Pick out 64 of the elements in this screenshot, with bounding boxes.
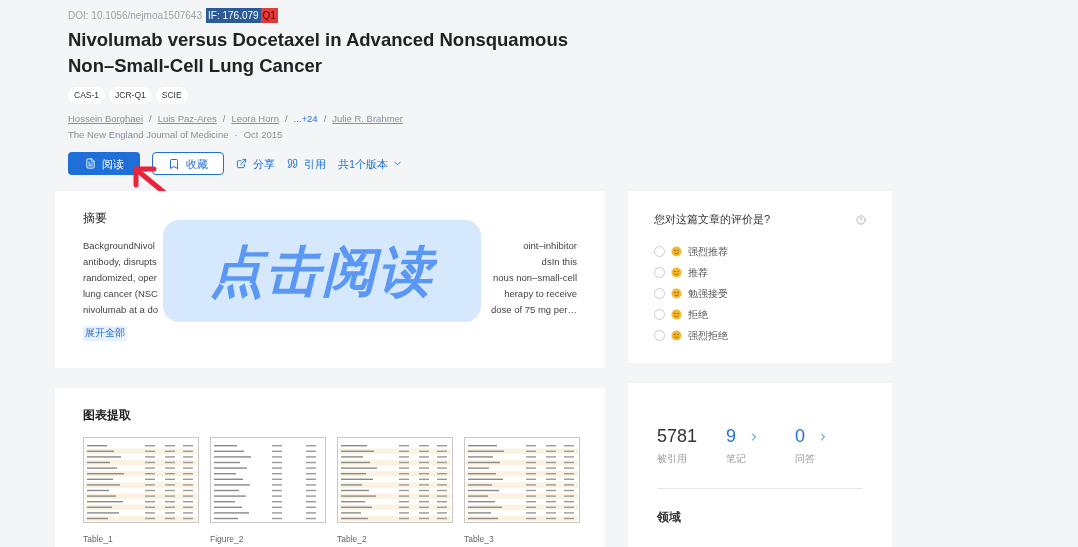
smiley-icon bbox=[671, 287, 682, 299]
rating-option[interactable]: 勉强接受 bbox=[654, 285, 866, 301]
figure-caption: Table_2 bbox=[337, 533, 368, 546]
figures-heading: 图表提取 bbox=[83, 407, 132, 425]
tag: JCR-Q1 bbox=[109, 87, 152, 104]
author-link[interactable]: Leora Horn bbox=[231, 111, 279, 126]
stat-value: 5781 bbox=[657, 425, 698, 449]
abstract-text: BackgroundNivol bbox=[83, 239, 155, 254]
abstract-heading: 摘要 bbox=[83, 210, 108, 228]
versions-dropdown[interactable]: 共1个版本 bbox=[338, 155, 404, 172]
read-button[interactable]: 阅读 bbox=[68, 152, 140, 176]
stat-value[interactable]: 9 bbox=[726, 423, 736, 451]
separator-slash: / bbox=[149, 111, 152, 126]
abstract-text: dose of 75 mg per… bbox=[490, 303, 577, 318]
smiley-icon bbox=[671, 266, 682, 278]
author-link[interactable]: Julie R. Brahmer bbox=[332, 111, 404, 126]
more-authors-link[interactable]: ...+24 bbox=[293, 111, 318, 126]
rating-option[interactable]: 强烈推荐 bbox=[654, 243, 866, 259]
quote-icon bbox=[287, 158, 298, 170]
share-button[interactable]: 分享 bbox=[236, 155, 275, 172]
expand-all-button[interactable]: 展开全部 bbox=[83, 326, 127, 341]
figure-caption: Figure_2 bbox=[210, 533, 245, 546]
favorite-button[interactable]: 收藏 bbox=[152, 152, 224, 176]
article-title: Nivolumab versus Docetaxel in Advanced Nonsquamous Non–Small-Cell Lung Cancer bbox=[68, 28, 568, 78]
dot-separator: · bbox=[234, 128, 238, 142]
stat-label: 被引用 bbox=[657, 452, 688, 467]
share-icon bbox=[236, 158, 247, 170]
stat-label: 笔记 bbox=[726, 452, 747, 467]
tag: SCIE bbox=[155, 87, 188, 104]
abstract-text: oint–inhibitor bbox=[523, 239, 577, 254]
author-link[interactable]: Hossein Borghaei bbox=[68, 111, 143, 126]
figure-caption: Table_1 bbox=[83, 533, 114, 546]
doi-text: DOI: 10.1056/nejmoa1507643 bbox=[68, 9, 202, 23]
publish-date: Oct 2015 bbox=[243, 128, 283, 142]
cite-button[interactable]: 引用 bbox=[287, 155, 326, 172]
document-icon bbox=[84, 158, 96, 170]
impact-factor-badge: IF: 176.079 bbox=[206, 8, 261, 23]
tag: CAS-1 bbox=[68, 87, 106, 104]
abstract-text: antibody, disrupts bbox=[83, 255, 157, 270]
separator-slash: / bbox=[284, 111, 288, 126]
rating-question: 您对这篇文章的评价是? bbox=[654, 212, 771, 228]
stat-value[interactable]: 0 bbox=[795, 423, 805, 451]
stat-label: 问答 bbox=[795, 452, 816, 467]
separator-slash: / bbox=[323, 111, 327, 126]
journal-name: The New England Journal of Medicine bbox=[68, 128, 229, 142]
rating-option[interactable]: 推荐 bbox=[654, 264, 866, 280]
rating-option[interactable]: 拒绝 bbox=[654, 306, 866, 322]
smiley-icon bbox=[671, 308, 682, 320]
smiley-icon bbox=[671, 329, 682, 341]
abstract-text: randomized, oper bbox=[83, 271, 157, 286]
abstract-text: lung cancer (NSC bbox=[83, 287, 158, 302]
rating-option[interactable]: 强烈拒绝 bbox=[654, 327, 866, 343]
separator-slash: / bbox=[222, 111, 226, 126]
overlay-banner: 点击阅读 bbox=[163, 220, 481, 323]
field-heading: 领域 bbox=[657, 509, 682, 525]
smiley-icon bbox=[671, 245, 682, 257]
abstract-text: nivolumab at a do bbox=[83, 303, 158, 318]
figure-caption: Table_3 bbox=[464, 533, 495, 546]
author-link[interactable]: Luis Paz-Ares bbox=[157, 111, 217, 126]
bookmark-icon bbox=[168, 157, 180, 170]
abstract-text: dsIn this bbox=[541, 255, 577, 270]
abstract-text: herapy to receive bbox=[504, 287, 577, 302]
help-icon[interactable] bbox=[856, 214, 866, 225]
abstract-text: nous non–small-cell bbox=[493, 271, 577, 286]
